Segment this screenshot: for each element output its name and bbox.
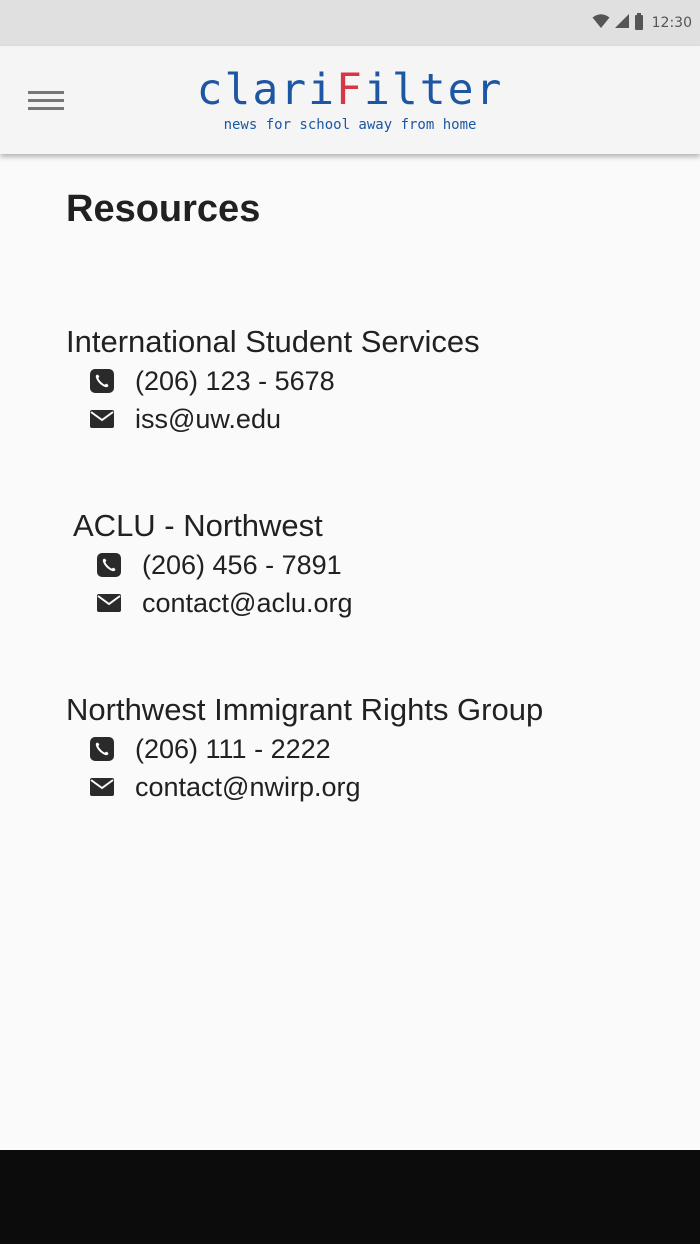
resource-name: International Student Services [66, 324, 480, 359]
page-title: Resources [66, 188, 261, 230]
phone-row[interactable]: (206) 123 - 5678 [90, 362, 480, 400]
email-address: contact@aclu.org [142, 588, 353, 618]
phone-number: (206) 123 - 5678 [135, 366, 335, 396]
phone-row[interactable]: (206) 456 - 7891 [97, 546, 353, 584]
envelope-icon [90, 407, 114, 431]
screen: 12:30 clariFilter news for school away f… [0, 0, 700, 1244]
status-icons: 12:30 [592, 12, 692, 34]
app-tagline: news for school away from home [223, 117, 477, 133]
phone-row[interactable]: (206) 111 - 2222 [90, 730, 543, 768]
app-bar: clariFilter news for school away from ho… [0, 46, 700, 154]
navigation-bar-area [0, 1150, 700, 1244]
logo-prefix: clari [196, 65, 337, 115]
email-address: iss@uw.edu [135, 404, 281, 434]
app-logo[interactable]: clariFilter [0, 64, 700, 116]
email-row[interactable]: contact@nwirp.org [90, 768, 543, 806]
status-bar: 12:30 [0, 0, 700, 46]
phone-icon [90, 737, 114, 761]
resource-name: Northwest Immigrant Rights Group [66, 692, 544, 727]
email-row[interactable]: iss@uw.edu [90, 400, 480, 438]
logo-accent: F [336, 65, 364, 115]
email-row[interactable]: contact@aclu.org [97, 584, 353, 622]
envelope-icon [97, 591, 121, 615]
resource-name: ACLU - Northwest [73, 508, 323, 543]
cell-signal-icon [614, 13, 630, 33]
battery-icon [634, 12, 644, 34]
email-address: contact@nwirp.org [135, 772, 361, 802]
resource-card: Northwest Immigrant Rights Group (206) 1… [66, 690, 543, 806]
resource-card: International Student Services (206) 123… [66, 322, 480, 438]
wifi-icon [592, 13, 610, 33]
phone-icon [90, 369, 114, 393]
status-time: 12:30 [651, 15, 692, 31]
logo-suffix: ilter [363, 65, 504, 115]
resource-card: ACLU - Northwest (206) 456 - 7891 contac… [73, 506, 353, 622]
phone-number: (206) 456 - 7891 [142, 550, 342, 580]
phone-icon [97, 553, 121, 577]
envelope-icon [90, 775, 114, 799]
phone-number: (206) 111 - 2222 [135, 734, 331, 764]
